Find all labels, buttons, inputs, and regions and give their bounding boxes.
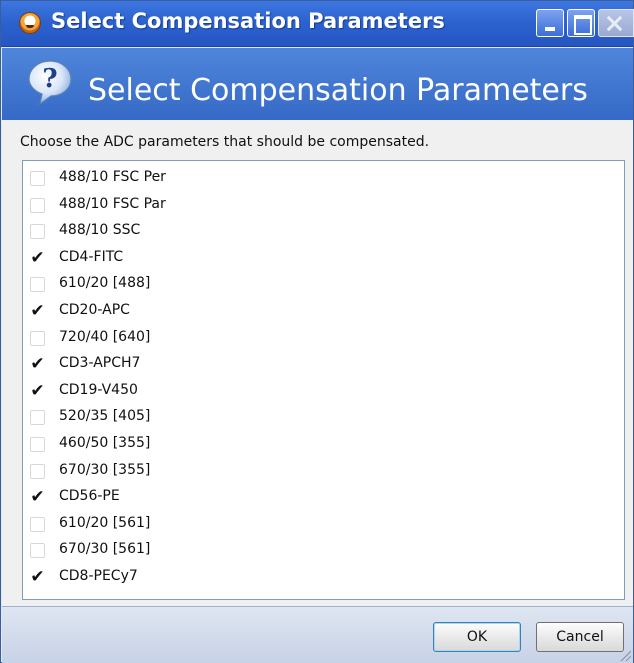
parameter-label: 670/30 [561] bbox=[59, 541, 151, 558]
parameter-label: CD3-APCH7 bbox=[59, 355, 141, 372]
parameter-item[interactable]: 610/20 [488] bbox=[23, 271, 624, 297]
maximize-button[interactable] bbox=[567, 9, 595, 37]
parameter-label: 610/20 [488] bbox=[59, 275, 151, 292]
parameter-item[interactable]: ✔ CD19-V450 bbox=[23, 378, 624, 404]
parameter-list[interactable]: 488/10 FSC Per 488/10 FSC Par 488/10 SSC ✔ C… bbox=[22, 160, 625, 600]
title-bar[interactable]: Select Compensation Parameters bbox=[1, 1, 634, 47]
parameter-checkbox[interactable] bbox=[30, 516, 45, 532]
parameter-checkbox[interactable] bbox=[30, 171, 45, 186]
parameter-item[interactable]: 610/20 [561] bbox=[23, 511, 624, 537]
parameter-checkbox[interactable]: ✔ bbox=[30, 354, 45, 375]
parameter-item[interactable]: ✔ CD4-FITC bbox=[23, 245, 624, 271]
parameter-checkbox[interactable] bbox=[30, 410, 45, 426]
parameter-checkbox[interactable]: ✔ bbox=[30, 380, 45, 401]
parameter-item[interactable]: 488/10 SSC bbox=[23, 218, 624, 244]
parameter-item[interactable]: 520/35 [405] bbox=[23, 404, 624, 430]
parameter-label: CD20-APC bbox=[59, 302, 130, 318]
parameter-item[interactable]: 720/40 [640] bbox=[23, 325, 624, 351]
app-logo-icon bbox=[19, 12, 41, 34]
parameter-item[interactable]: ✔ CD8-PECy7 bbox=[23, 564, 624, 590]
parameter-checkbox[interactable]: ✔ bbox=[30, 487, 45, 508]
dialog-footer: OK Cancel bbox=[2, 606, 633, 663]
parameter-item[interactable]: 488/10 FSC Per bbox=[23, 165, 624, 191]
checkmark-icon: ✔ bbox=[30, 487, 45, 508]
checkmark-icon: ✔ bbox=[30, 380, 45, 401]
parameter-checkbox[interactable] bbox=[30, 277, 45, 293]
parameter-item[interactable]: ✔ CD56-PE bbox=[23, 484, 624, 510]
dialog-window: Select Compensation Parameters ? Select … bbox=[0, 0, 634, 663]
parameter-item[interactable]: 670/30 [355] bbox=[23, 458, 624, 484]
parameter-label: 488/10 FSC Par bbox=[59, 195, 166, 212]
parameter-checkbox[interactable] bbox=[30, 224, 45, 240]
minimize-button[interactable] bbox=[536, 9, 564, 37]
parameter-label: 670/30 [355] bbox=[59, 461, 151, 478]
parameter-item[interactable]: 488/10 FSC Par bbox=[23, 192, 624, 218]
parameter-label: 610/20 [561] bbox=[59, 514, 151, 531]
parameter-label: 460/50 [355] bbox=[59, 435, 151, 451]
parameter-item[interactable]: ✔ CD20-APC bbox=[23, 298, 624, 324]
parameter-label: 520/35 [405] bbox=[59, 408, 151, 425]
checkmark-icon: ✔ bbox=[30, 301, 45, 321]
window-title: Select Compensation Parameters bbox=[51, 9, 445, 33]
header-title: Select Compensation Parameters bbox=[88, 73, 588, 108]
header-banner: ? Select Compensation Parameters bbox=[2, 48, 633, 120]
svg-text:?: ? bbox=[42, 64, 57, 94]
parameter-checkbox[interactable] bbox=[30, 197, 45, 213]
parameter-checkbox[interactable]: ✔ bbox=[30, 247, 45, 268]
parameter-checkbox[interactable] bbox=[30, 437, 45, 452]
parameter-checkbox[interactable] bbox=[30, 463, 45, 479]
parameter-checkbox[interactable]: ✔ bbox=[30, 567, 45, 587]
parameter-checkbox[interactable]: ✔ bbox=[30, 301, 45, 321]
parameter-label: 488/10 FSC Per bbox=[59, 169, 166, 185]
dialog-body: Choose the ADC parameters that should be… bbox=[2, 120, 633, 606]
instruction-text: Choose the ADC parameters that should be… bbox=[20, 134, 430, 150]
help-question-icon: ? bbox=[28, 60, 72, 106]
parameter-checkbox[interactable] bbox=[30, 330, 45, 346]
parameter-item[interactable]: ✔ CD3-APCH7 bbox=[23, 351, 624, 377]
close-button[interactable] bbox=[598, 9, 634, 37]
cancel-button[interactable]: Cancel bbox=[536, 622, 624, 652]
parameter-label: CD56-PE bbox=[59, 488, 120, 505]
ok-button[interactable]: OK bbox=[433, 622, 521, 652]
parameter-label: CD8-PECy7 bbox=[59, 568, 138, 584]
checkmark-icon: ✔ bbox=[30, 247, 45, 268]
parameter-label: 720/40 [640] bbox=[59, 328, 151, 345]
parameter-label: CD19-V450 bbox=[59, 381, 138, 398]
parameter-item[interactable]: 460/50 [355] bbox=[23, 431, 624, 457]
checkmark-icon: ✔ bbox=[30, 354, 45, 375]
parameter-checkbox[interactable] bbox=[30, 543, 45, 559]
parameter-label: CD4-FITC bbox=[59, 248, 124, 265]
resize-grip-icon[interactable] bbox=[619, 649, 631, 661]
parameter-item[interactable]: 670/30 [561] bbox=[23, 537, 624, 563]
checkmark-icon: ✔ bbox=[30, 567, 45, 587]
parameter-label: 488/10 SSC bbox=[59, 222, 141, 239]
